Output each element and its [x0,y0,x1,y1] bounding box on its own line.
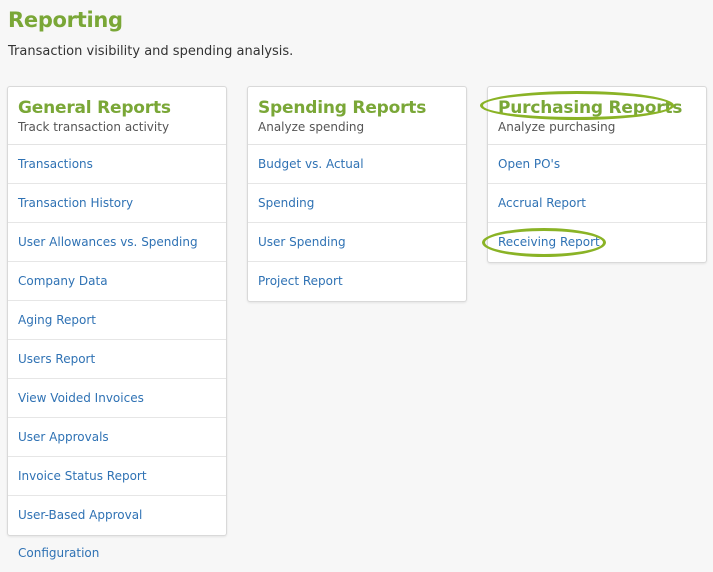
report-link-receiving-report[interactable]: Receiving Report [482,223,706,262]
card-title: Spending Reports [258,98,427,118]
page-subtitle: Transaction visibility and spending anal… [8,44,294,59]
card-header: Spending Reports Analyze spending [248,87,466,145]
report-link-aging-report[interactable]: Aging Report [8,301,226,340]
card-subtitle: Track transaction activity [18,120,170,134]
report-link-approval-config[interactable]: User-Based Approval Configuration [8,496,226,560]
report-link-user-approvals[interactable]: User Approvals [8,418,226,457]
general-reports-card: General Reports Track transaction activi… [7,86,227,560]
page-title: Reporting [8,8,123,32]
report-link-users-report[interactable]: Users Report [8,340,226,379]
card-header: General Reports Track transaction activi… [8,87,226,145]
report-link-user-spending[interactable]: User Spending [248,223,466,262]
report-link-transactions[interactable]: Transactions [8,145,226,184]
report-link-project-report[interactable]: Project Report [248,262,466,301]
receiving-report-label: Receiving Report [498,235,600,249]
report-link-open-pos[interactable]: Open PO's [488,145,706,184]
report-link-spending[interactable]: Spending [248,184,466,223]
card-title: Purchasing Reports [498,98,683,118]
purchasing-reports-card: Purchasing Reports Analyze purchasing Op… [480,86,707,263]
report-link-invoice-status[interactable]: Invoice Status Report [8,457,226,496]
report-link-transaction-history[interactable]: Transaction History [8,184,226,223]
report-link-user-allowances[interactable]: User Allowances vs. Spending [8,223,226,262]
report-link-budget-vs-actual[interactable]: Budget vs. Actual [248,145,466,184]
card-subtitle: Analyze spending [258,120,365,134]
report-list: Open PO's Accrual Report Receiving Repor… [482,145,706,262]
card-subtitle: Analyze purchasing [498,120,616,134]
spending-reports-card: Spending Reports Analyze spending Budget… [247,86,467,302]
report-link-accrual-report[interactable]: Accrual Report [488,184,706,223]
report-list: Transactions Transaction History User Al… [8,145,226,560]
report-link-voided-invoices[interactable]: View Voided Invoices [8,379,226,418]
card-title: General Reports [18,98,171,118]
card-header: Purchasing Reports Analyze purchasing [480,87,706,145]
report-list: Budget vs. Actual Spending User Spending… [248,145,466,301]
report-link-company-data[interactable]: Company Data [8,262,226,301]
